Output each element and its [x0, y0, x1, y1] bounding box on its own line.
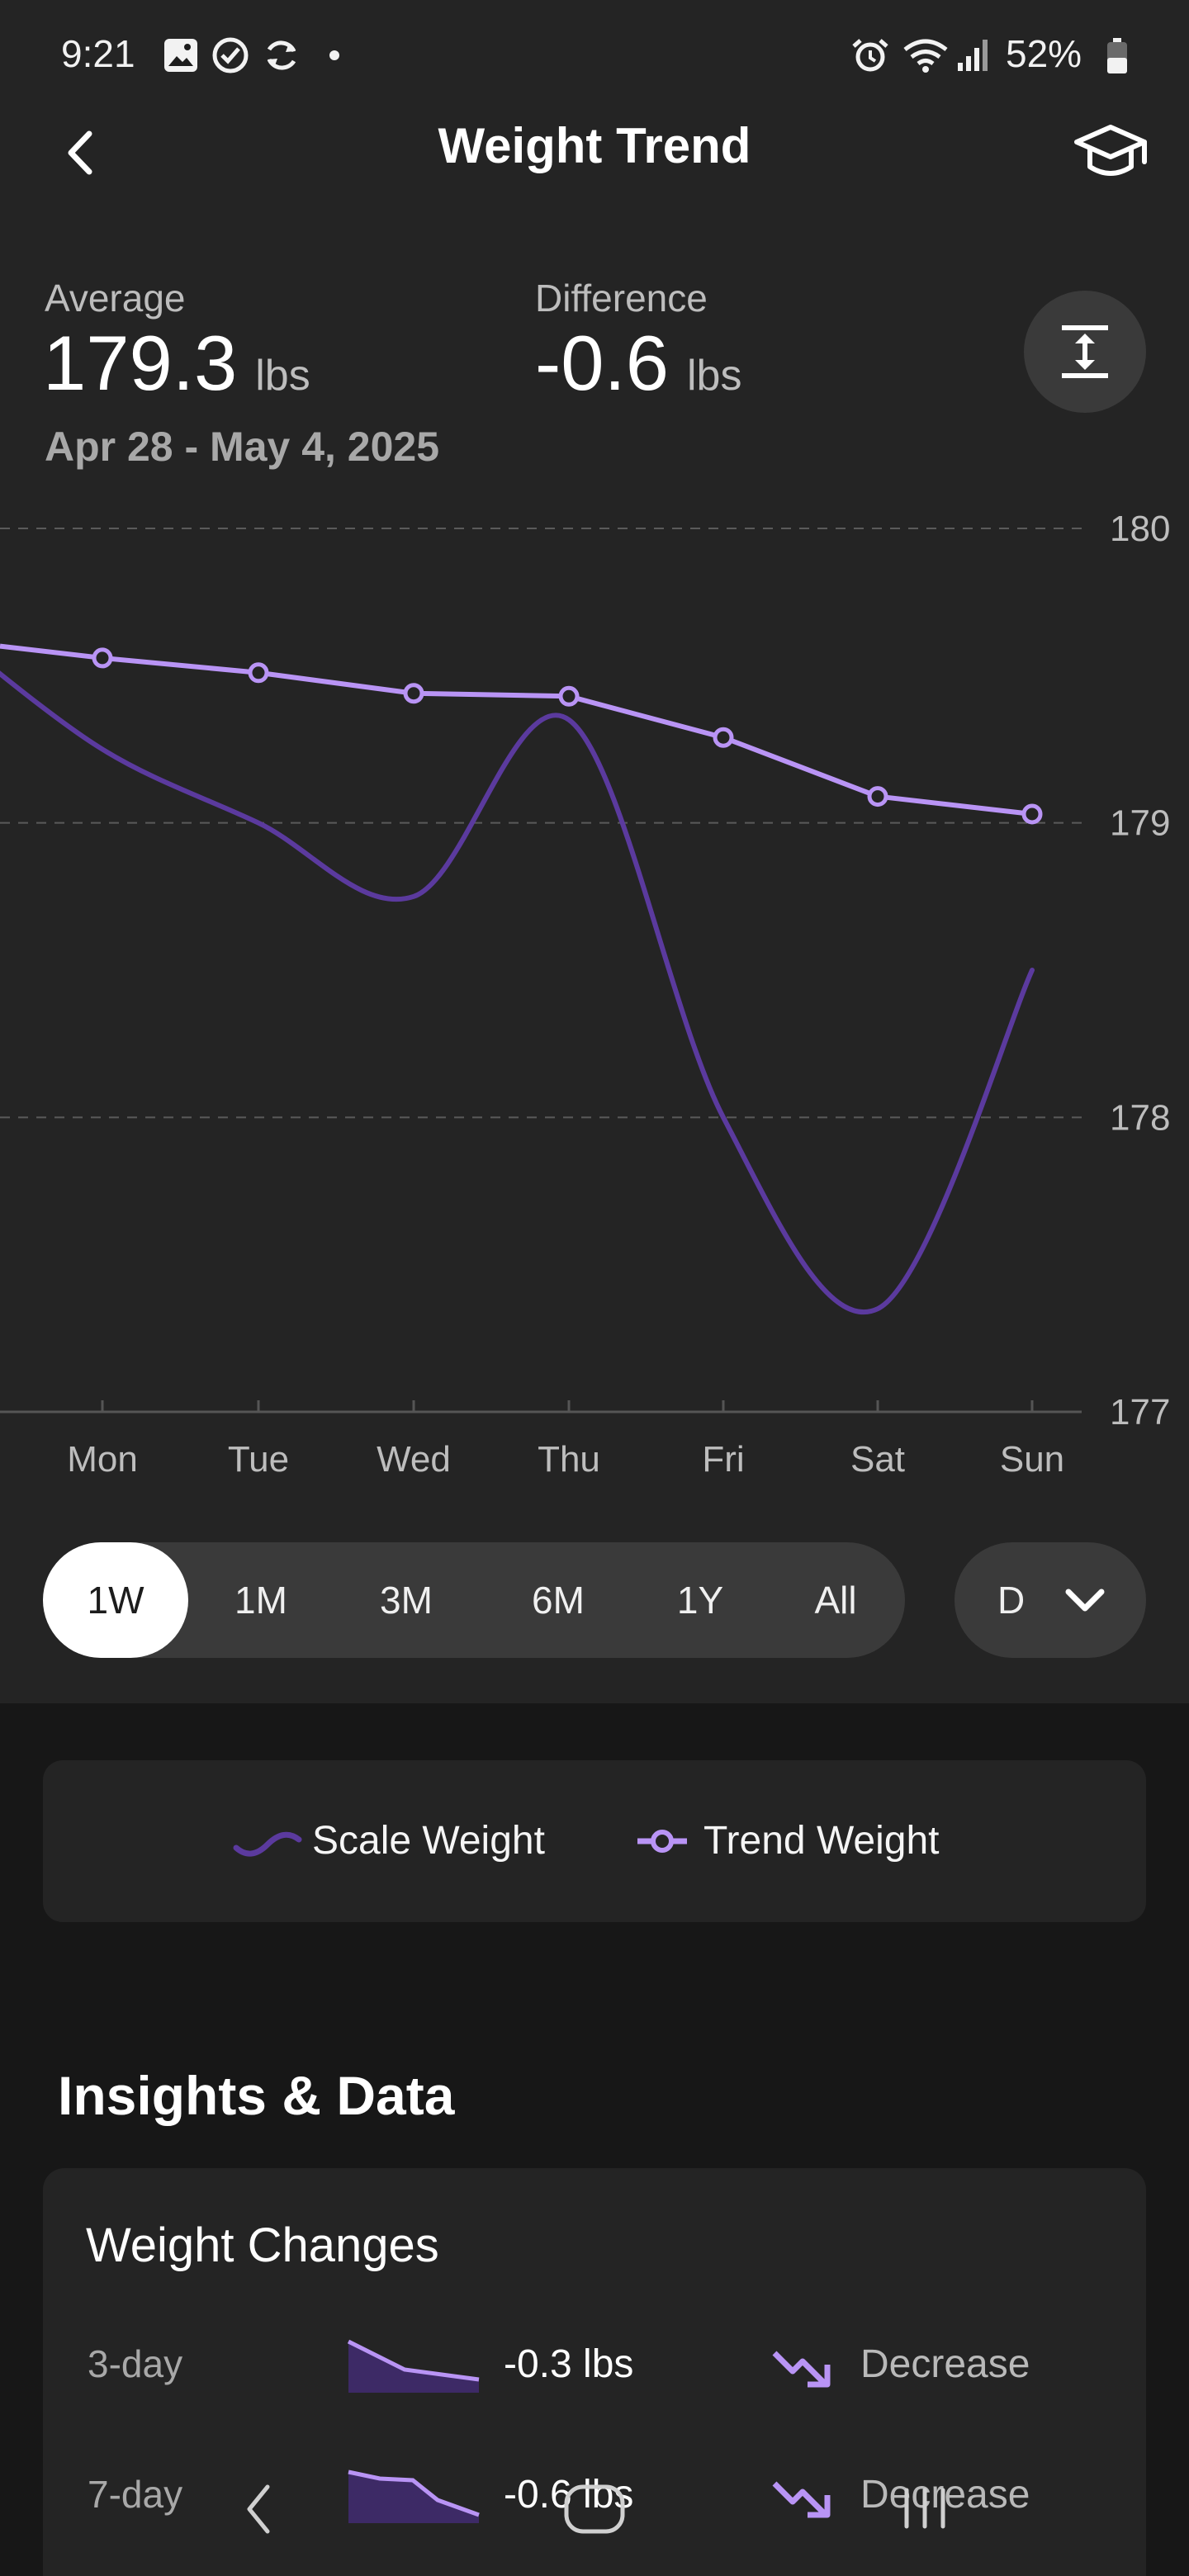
- granularity-value: D: [997, 1579, 1026, 1622]
- scale-weight-line: [0, 670, 1035, 1315]
- graduation-cap-icon[interactable]: [1072, 119, 1149, 185]
- y-tick-label: 177: [1110, 1392, 1170, 1432]
- x-tick-label: Thu: [538, 1439, 600, 1480]
- range-option-all[interactable]: All: [778, 1542, 893, 1658]
- trend-down-arrow-icon: [772, 2351, 831, 2388]
- range-option-1w[interactable]: 1W: [43, 1542, 188, 1658]
- battery-icon: [1107, 38, 1127, 73]
- nav-home-icon[interactable]: [561, 2482, 628, 2536]
- row-3day-label: 3-day: [88, 2342, 183, 2385]
- x-tick-label: Wed: [377, 1439, 451, 1480]
- legend-scale-weight: Scale Weight: [312, 1819, 545, 1863]
- chevron-down-icon: [1065, 1589, 1105, 1612]
- status-time: 9:21: [61, 32, 135, 75]
- status-bar: 9:21 52%: [0, 0, 1189, 116]
- battery-percent: 52%: [1006, 32, 1082, 75]
- alarm-icon: [852, 39, 888, 72]
- difference-label: Difference: [535, 277, 708, 320]
- trend-weight-point: [92, 647, 113, 669]
- y-tick-label: 180: [1110, 509, 1170, 549]
- time-range-selector: 1W 1M 3M 6M 1Y All: [43, 1542, 905, 1658]
- average-label: Average: [45, 277, 186, 320]
- trend-weight-point: [1021, 803, 1043, 825]
- range-option-6m[interactable]: 6M: [500, 1542, 616, 1658]
- average-value: 179.3: [43, 320, 238, 406]
- average-unit: lbs: [255, 352, 310, 400]
- trend-weight-legend-icon: [637, 1830, 687, 1853]
- nav-back-icon[interactable]: [239, 2480, 281, 2538]
- wifi-icon: [903, 39, 948, 73]
- range-option-1m[interactable]: 1M: [203, 1542, 319, 1658]
- expand-vertical-icon: [1062, 325, 1108, 378]
- difference-value: -0.6: [535, 320, 669, 406]
- scale-weight-legend-icon: [233, 1831, 302, 1857]
- granularity-dropdown[interactable]: D: [955, 1542, 1146, 1658]
- row-3day-sparkline: [347, 2339, 480, 2393]
- trend-down-arrow-icon: [772, 2481, 831, 2518]
- page-title: Weight Trend: [438, 118, 751, 173]
- nav-recents-icon[interactable]: [898, 2485, 951, 2531]
- weight-trend-chart[interactable]: 180 179 178 177 Mon Tue Wed Thu Fri Sat Sun: [0, 462, 1189, 1486]
- row-3day-status: Decrease: [860, 2342, 1030, 2386]
- difference-value-group: -0.6 lbs: [535, 322, 741, 417]
- trend-weight-point: [403, 683, 424, 704]
- y-tick-label: 179: [1110, 803, 1170, 844]
- x-tick-label: Sun: [1000, 1439, 1064, 1480]
- row-3day-value: -0.3 lbs: [504, 2342, 634, 2386]
- row-7day-label: 7-day: [88, 2473, 183, 2516]
- trend-weight-point: [558, 685, 580, 707]
- trend-weight-point: [248, 662, 269, 684]
- y-tick-label: 178: [1110, 1097, 1170, 1138]
- x-tick-label: Tue: [228, 1439, 289, 1480]
- x-tick-label: Mon: [67, 1439, 138, 1480]
- chart-legend: Scale Weight Trend Weight: [43, 1760, 1146, 1922]
- average-value-group: 179.3 lbs: [43, 322, 310, 417]
- trend-weight-point: [867, 786, 888, 807]
- trend-weight-point: [713, 727, 734, 748]
- difference-unit: lbs: [686, 352, 742, 400]
- legend-trend-weight: Trend Weight: [703, 1819, 940, 1863]
- gallery-icon: [164, 39, 197, 72]
- weight-changes-title: Weight Changes: [86, 2218, 439, 2272]
- insights-title: Insights & Data: [58, 2065, 455, 2126]
- row-7day-sparkline: [348, 2469, 480, 2523]
- signal-icon: [958, 40, 988, 71]
- x-tick-label: Sat: [850, 1439, 905, 1480]
- notification-dot-icon: [329, 50, 339, 60]
- x-tick-label: Fri: [702, 1439, 744, 1480]
- range-option-1y[interactable]: 1Y: [642, 1542, 758, 1658]
- sync-icon: [267, 40, 296, 70]
- check-circle-icon: [212, 37, 249, 73]
- range-option-3m[interactable]: 3M: [348, 1542, 464, 1658]
- expand-axis-button[interactable]: [1024, 291, 1146, 413]
